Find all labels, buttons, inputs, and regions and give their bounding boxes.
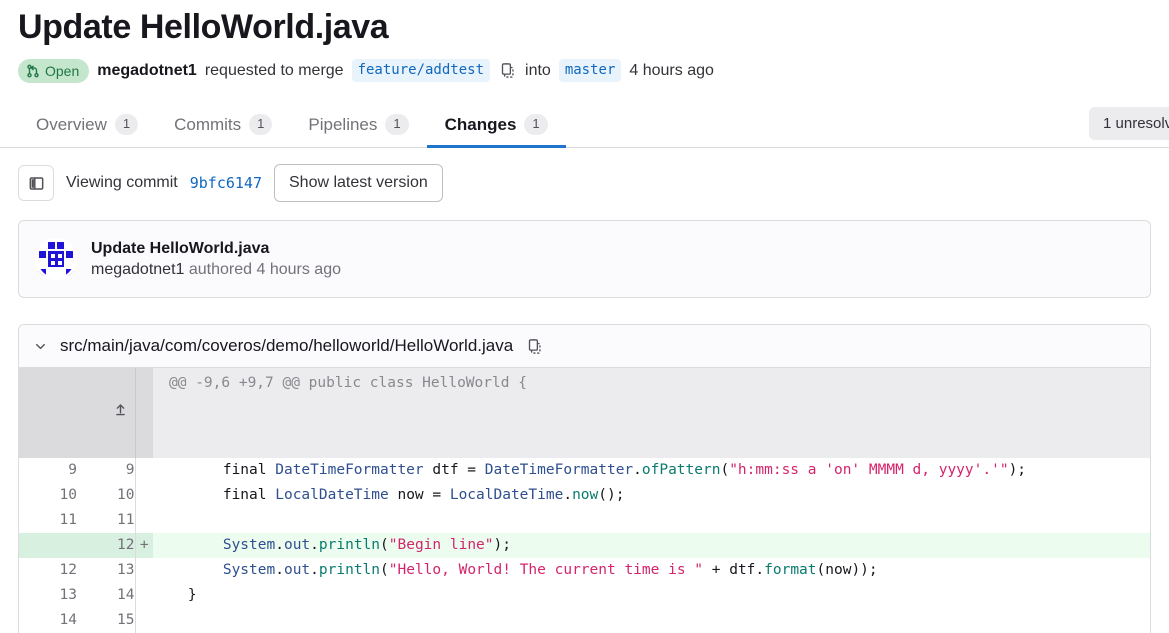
viewing-commit-label: Viewing commit xyxy=(66,174,178,192)
old-line-number[interactable]: 10 xyxy=(19,483,77,509)
new-line-number[interactable]: 9 xyxy=(77,458,136,484)
tab-overview-count: 1 xyxy=(114,113,139,135)
new-line-number[interactable]: 11 xyxy=(77,508,136,534)
new-line-number[interactable]: 15 xyxy=(77,608,136,633)
code-line[interactable]: final DateTimeFormatter dtf = DateTimeFo… xyxy=(153,458,1150,484)
tab-overview[interactable]: Overview 1 xyxy=(18,103,156,147)
tab-pipelines[interactable]: Pipelines 1 xyxy=(290,103,426,147)
commit-sha-link[interactable]: 9bfc6147 xyxy=(190,174,262,192)
commit-card-author[interactable]: megadotnet1 xyxy=(91,261,184,278)
new-line-number[interactable]: 12 xyxy=(77,533,136,559)
diff-hunk-text: @@ -9,6 +9,7 @@ public class HelloWorld … xyxy=(153,368,1150,459)
old-line-number[interactable]: 14 xyxy=(19,608,77,633)
identicon-avatar[interactable] xyxy=(35,238,77,281)
code-line[interactable]: final LocalDateTime now = LocalDateTime.… xyxy=(153,483,1150,509)
old-line-number[interactable]: 12 xyxy=(19,558,77,584)
commit-card-meta: Update HelloWorld.java megadotnet1 autho… xyxy=(91,240,341,279)
mr-author: megadotnet1 xyxy=(97,61,197,79)
status-label: Open xyxy=(45,62,80,79)
new-line-number[interactable]: 13 xyxy=(77,558,136,584)
page-title: Update HelloWorld.java xyxy=(18,8,389,46)
table-row: 14 15 xyxy=(19,608,1150,633)
tab-commits-count: 1 xyxy=(249,113,273,135)
show-latest-version-button[interactable]: Show latest version xyxy=(274,163,443,203)
expand-up-icon[interactable] xyxy=(19,368,136,459)
tab-overview-label: Overview xyxy=(36,114,107,134)
diff-marker xyxy=(135,483,153,509)
copy-icon[interactable] xyxy=(498,62,517,79)
table-row: 9 9 final DateTimeFormatter dtf = DateTi… xyxy=(19,458,1150,484)
old-line-number[interactable] xyxy=(19,533,77,559)
into-text: into xyxy=(525,61,551,79)
code-line[interactable] xyxy=(153,508,1150,534)
tab-pipelines-label: Pipelines xyxy=(308,114,378,134)
code-line[interactable]: System.out.println("Begin line"); xyxy=(153,533,1150,559)
tab-pipelines-count: 1 xyxy=(385,113,409,135)
old-line-number[interactable]: 9 xyxy=(19,458,77,484)
table-row: 10 10 final LocalDateTime now = LocalDat… xyxy=(19,483,1150,509)
code-line[interactable]: System.out.println("Hello, World! The cu… xyxy=(153,558,1150,584)
table-row: 12 13 System.out.println("Hello, World! … xyxy=(19,558,1150,584)
commit-card-subtitle: megadotnet1 authored 4 hours ago xyxy=(91,261,341,279)
diff-marker xyxy=(135,508,153,534)
commit-card-authored-text: authored xyxy=(188,260,253,278)
merge-request-icon xyxy=(26,64,40,78)
target-branch-chip[interactable]: master xyxy=(558,59,622,83)
commit-card-time: 4 hours ago xyxy=(256,260,341,278)
diff-marker xyxy=(135,558,153,584)
mr-tabs: Overview 1 Commits 1 Pipelines 1 Changes… xyxy=(0,103,1169,148)
mr-tabs-bar: Overview 1 Commits 1 Pipelines 1 Changes… xyxy=(0,103,1169,148)
tab-commits[interactable]: Commits 1 xyxy=(156,103,290,147)
commit-card: Update HelloWorld.java megadotnet1 autho… xyxy=(18,220,1151,299)
mr-time-ago: 4 hours ago xyxy=(629,61,714,79)
diff-file-header: src/main/java/com/coveros/demo/helloworl… xyxy=(19,325,1150,369)
diff-hunk-header-row: @@ -9,6 +9,7 @@ public class HelloWorld … xyxy=(19,368,1150,459)
tab-commits-label: Commits xyxy=(174,114,242,134)
table-row-added: 12 + System.out.println("Begin line"); xyxy=(19,533,1150,559)
diff-body: @@ -9,6 +9,7 @@ public class HelloWorld … xyxy=(19,368,1150,633)
code-line[interactable] xyxy=(153,608,1150,633)
tab-changes-count: 1 xyxy=(524,113,548,135)
diff-marker xyxy=(135,608,153,633)
source-branch-chip[interactable]: feature/addtest xyxy=(351,59,491,83)
tab-changes[interactable]: Changes 1 xyxy=(426,103,566,148)
copy-path-icon[interactable] xyxy=(525,338,544,355)
chevron-down-icon[interactable] xyxy=(33,339,48,354)
unresolved-threads-button[interactable]: 1 unresolved thread xyxy=(1089,106,1169,140)
diff-marker-added: + xyxy=(135,533,153,559)
diff-file: src/main/java/com/coveros/demo/helloworl… xyxy=(18,324,1151,633)
table-row: 11 11 xyxy=(19,508,1150,534)
diff-marker xyxy=(135,458,153,484)
sidebar-toggle-icon[interactable] xyxy=(18,165,54,202)
commit-card-title[interactable]: Update HelloWorld.java xyxy=(91,240,341,258)
mr-action-text: requested to merge xyxy=(204,61,344,79)
tab-changes-label: Changes xyxy=(444,114,517,134)
old-line-number[interactable]: 11 xyxy=(19,508,77,534)
diff-file-path[interactable]: src/main/java/com/coveros/demo/helloworl… xyxy=(60,336,513,356)
diff-table: @@ -9,6 +9,7 @@ public class HelloWorld … xyxy=(19,368,1150,633)
viewing-commit-row: Viewing commit 9bfc6147 Show latest vers… xyxy=(18,163,1169,203)
new-line-number[interactable]: 10 xyxy=(77,483,136,509)
merge-request-meta: Open megadotnet1 requested to merge feat… xyxy=(18,58,1169,83)
status-badge: Open xyxy=(18,58,90,83)
